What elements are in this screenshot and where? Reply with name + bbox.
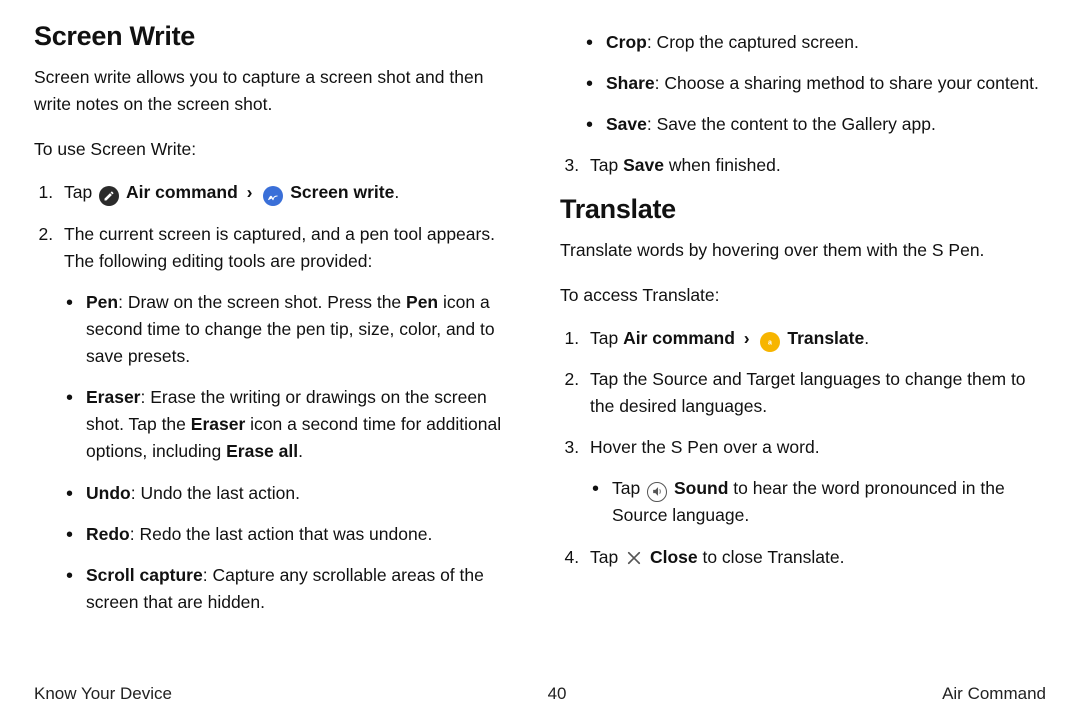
heading-translate: Translate [560, 194, 1046, 225]
pen-bold2: Pen [406, 292, 438, 312]
eraser-label: Eraser [86, 387, 141, 407]
tool-undo: Undo: Undo the last action. [84, 480, 520, 507]
chevron-icon: › [247, 179, 253, 206]
undo-label: Undo [86, 483, 131, 503]
screen-write-icon [263, 186, 283, 206]
sound-label: Sound [674, 478, 728, 498]
step-2: The current screen is captured, and a pe… [58, 221, 520, 617]
step1-prefix: Tap [64, 182, 97, 202]
tool-redo: Redo: Redo the last action that was undo… [84, 521, 520, 548]
chevron-icon: › [744, 325, 750, 352]
pen-label: Pen [86, 292, 118, 312]
pen-desc1: : Draw on the screen shot. Press the [118, 292, 406, 312]
scroll-label: Scroll capture [86, 565, 203, 585]
translate-label: Translate [787, 328, 864, 348]
share-label: Share [606, 73, 655, 93]
share-desc: : Choose a sharing method to share your … [655, 73, 1039, 93]
screen-write-label: Screen write [290, 182, 394, 202]
t-step-3: Hover the S Pen over a word. Tap Sound t… [584, 434, 1046, 529]
crop-desc: : Crop the captured screen. [647, 32, 859, 52]
translate-lead: To access Translate: [560, 282, 1046, 309]
screen-write-steps-cont: Tap Save when finished. [560, 152, 1046, 179]
eraser-desc3: . [298, 441, 303, 461]
t-step-2: Tap the Source and Target languages to c… [584, 366, 1046, 420]
editing-tools-list: Pen: Draw on the screen shot. Press the … [64, 289, 520, 616]
redo-label: Redo [86, 524, 130, 544]
t-step3-sub: Tap Sound to hear the word pronounced in… [590, 475, 1046, 529]
step3-suffix: when finished. [664, 155, 781, 175]
translate-steps: Tap Air command › a Translate. Tap the S… [560, 325, 1046, 571]
left-column: Screen Write Screen write allows you to … [34, 15, 520, 630]
footer-page: 40 [548, 684, 567, 704]
close-label: Close [650, 547, 698, 567]
t-step-1: Tap Air command › a Translate. [584, 325, 1046, 352]
manual-page: Screen Write Screen write allows you to … [0, 0, 1080, 630]
tool-crop: Crop: Crop the captured screen. [604, 29, 1046, 56]
t-step3-sound: Tap Sound to hear the word pronounced in… [610, 475, 1046, 529]
footer-left: Know Your Device [34, 684, 172, 704]
sound-icon [647, 482, 667, 502]
eraser-bold2: Eraser [191, 414, 246, 434]
tool-eraser: Eraser: Erase the writing or drawings on… [84, 384, 520, 465]
right-column: Crop: Crop the captured screen. Share: C… [560, 15, 1046, 630]
tool-share: Share: Choose a sharing method to share … [604, 70, 1046, 97]
pen-icon [99, 186, 119, 206]
heading-screen-write: Screen Write [34, 21, 520, 52]
t-step4-prefix: Tap [590, 547, 623, 567]
tool-save: Save: Save the content to the Gallery ap… [604, 111, 1046, 138]
save-desc: : Save the content to the Gallery app. [647, 114, 936, 134]
eraser-bold3: Erase all [226, 441, 298, 461]
t-step3-sub-prefix: Tap [612, 478, 645, 498]
t-step3-sub-suffix: to hear the word pronounced in the Sourc… [612, 478, 1005, 525]
screen-write-steps: Tap Air command › Screen write. The curr… [34, 179, 520, 616]
lead-text: To use Screen Write: [34, 136, 520, 163]
redo-desc: : Redo the last action that was undone. [130, 524, 433, 544]
step2-text: The current screen is captured, and a pe… [64, 224, 495, 271]
t-step1-suffix: . [864, 328, 869, 348]
step3-bold: Save [623, 155, 664, 175]
footer-right: Air Command [942, 684, 1046, 704]
step1-suffix: . [394, 182, 399, 202]
step3-prefix: Tap [590, 155, 623, 175]
t-air-command-label: Air command [623, 328, 735, 348]
t-step1-prefix: Tap [590, 328, 623, 348]
tool-pen: Pen: Draw on the screen shot. Press the … [84, 289, 520, 370]
t-step-4: Tap Close to close Translate. [584, 544, 1046, 571]
t-step4-suffix: to close Translate. [698, 547, 845, 567]
t-step3-text: Hover the S Pen over a word. [590, 437, 820, 457]
page-footer: Know Your Device 40 Air Command [34, 684, 1046, 704]
step-1: Tap Air command › Screen write. [58, 179, 520, 206]
step-3: Tap Save when finished. [584, 152, 1046, 179]
crop-label: Crop [606, 32, 647, 52]
svg-text:a: a [769, 339, 773, 346]
translate-icon: a [760, 332, 780, 352]
save-label: Save [606, 114, 647, 134]
translate-intro: Translate words by hovering over them wi… [560, 237, 1046, 264]
editing-tools-list-cont: Crop: Crop the captured screen. Share: C… [560, 29, 1046, 138]
air-command-label: Air command [126, 182, 238, 202]
tool-scroll-capture: Scroll capture: Capture any scrollable a… [84, 562, 520, 616]
undo-desc: : Undo the last action. [131, 483, 300, 503]
intro-text: Screen write allows you to capture a scr… [34, 64, 520, 118]
close-icon [625, 549, 643, 567]
tools-continuation: Crop: Crop the captured screen. Share: C… [560, 29, 1046, 138]
